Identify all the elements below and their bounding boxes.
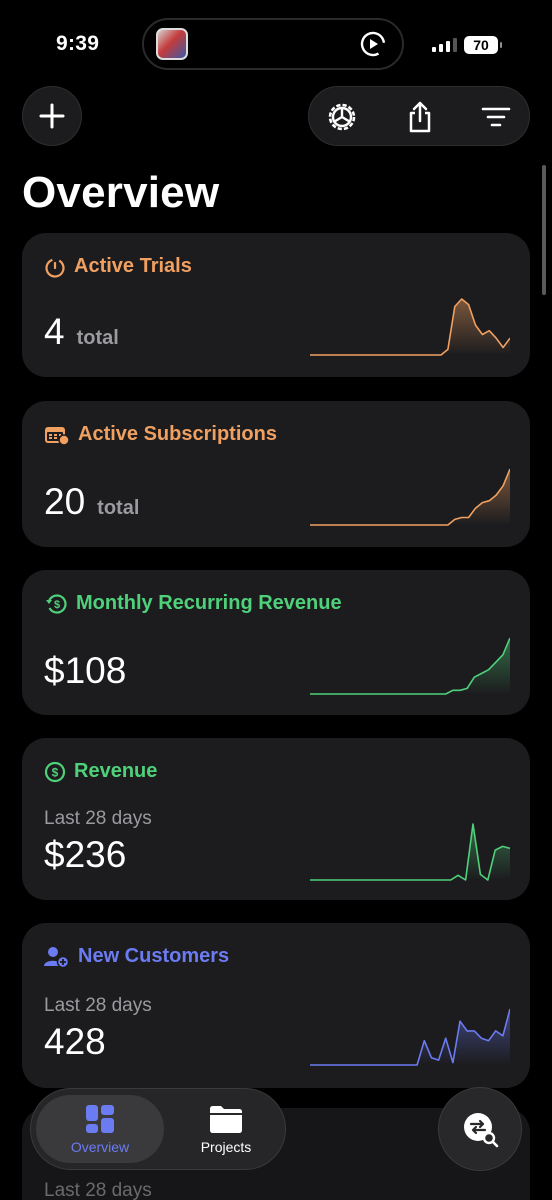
card-subtitle: Last 28 days	[44, 995, 152, 1016]
tab-label: Projects	[200, 1138, 252, 1155]
value-unit: total	[76, 327, 119, 349]
settings-button[interactable]	[325, 101, 359, 133]
sparkline-area	[310, 638, 510, 694]
play-icon	[360, 31, 386, 57]
card-title: Revenue	[74, 760, 158, 782]
card-value: $236	[44, 834, 126, 876]
card-value: 20 total	[44, 481, 139, 523]
value-unit: total	[97, 497, 140, 519]
sparkline-line	[310, 823, 510, 881]
dashboard-icon	[86, 1104, 114, 1133]
now-playing-app-icon	[156, 28, 188, 60]
search-swap-icon	[464, 1113, 499, 1148]
filter-button[interactable]	[479, 101, 513, 133]
value-number: 428	[44, 1021, 106, 1062]
value-number: $108	[44, 650, 127, 691]
card-title: Active Subscriptions	[78, 423, 277, 445]
trials-sparkline	[310, 298, 510, 356]
share-icon	[409, 101, 431, 133]
status-time: 9:39	[56, 32, 100, 55]
folder-icon	[210, 1105, 242, 1133]
dollar-circle-icon: $	[44, 761, 66, 782]
value-number: 20	[44, 481, 86, 522]
add-button[interactable]	[22, 86, 82, 146]
gear-icon	[328, 103, 356, 131]
card-value: 428	[44, 1021, 106, 1063]
card-subtitle: Last 28 days	[44, 1180, 152, 1200]
subscriptions-sparkline	[310, 468, 510, 526]
cellular-signal-icon	[432, 38, 457, 52]
battery-indicator: 70	[464, 36, 502, 54]
card-revenue[interactable]: $ Revenue Last 28 days $236	[22, 738, 530, 900]
filter-icon	[481, 107, 511, 127]
mrr-sparkline	[310, 637, 510, 695]
plus-icon	[39, 103, 65, 129]
tab-overview[interactable]: Overview	[36, 1095, 164, 1163]
add-person-icon	[44, 946, 70, 968]
timer-icon	[45, 257, 65, 278]
calendar-icon	[45, 426, 70, 446]
revenue-sparkline	[310, 823, 510, 881]
scrollbar[interactable]	[542, 165, 546, 295]
card-active-trials[interactable]: Active Trials 4 total	[22, 233, 530, 377]
svg-text:$: $	[52, 765, 59, 779]
tab-projects[interactable]: Projects	[173, 1095, 279, 1163]
card-value: $108	[44, 650, 126, 692]
svg-text:$: $	[54, 599, 60, 611]
card-active-subscriptions[interactable]: Active Subscriptions 20 total	[22, 401, 530, 547]
sparkline-area	[310, 469, 510, 525]
card-title: Active Trials	[74, 255, 192, 277]
card-new-customers[interactable]: New Customers Last 28 days 428	[22, 923, 530, 1088]
recurring-dollar-icon: $	[46, 593, 67, 614]
customers-sparkline	[310, 1008, 510, 1066]
card-monthly-recurring-revenue[interactable]: $ Monthly Recurring Revenue $108	[22, 570, 530, 715]
value-number: 4	[44, 311, 65, 352]
card-value: 4 total	[44, 311, 119, 353]
tab-bar: Overview Projects	[30, 1088, 286, 1170]
toolbar-actions	[308, 86, 530, 146]
card-subtitle: Last 28 days	[44, 808, 152, 829]
share-button[interactable]	[403, 101, 437, 133]
page-title: Overview	[22, 168, 220, 217]
value-number: $236	[44, 834, 127, 875]
dynamic-island[interactable]	[142, 18, 404, 70]
search-switch-button[interactable]	[438, 1087, 522, 1171]
card-title: Monthly Recurring Revenue	[76, 592, 342, 614]
tab-label: Overview	[70, 1138, 130, 1155]
card-title: New Customers	[78, 945, 230, 967]
sparkline-area	[310, 299, 510, 355]
